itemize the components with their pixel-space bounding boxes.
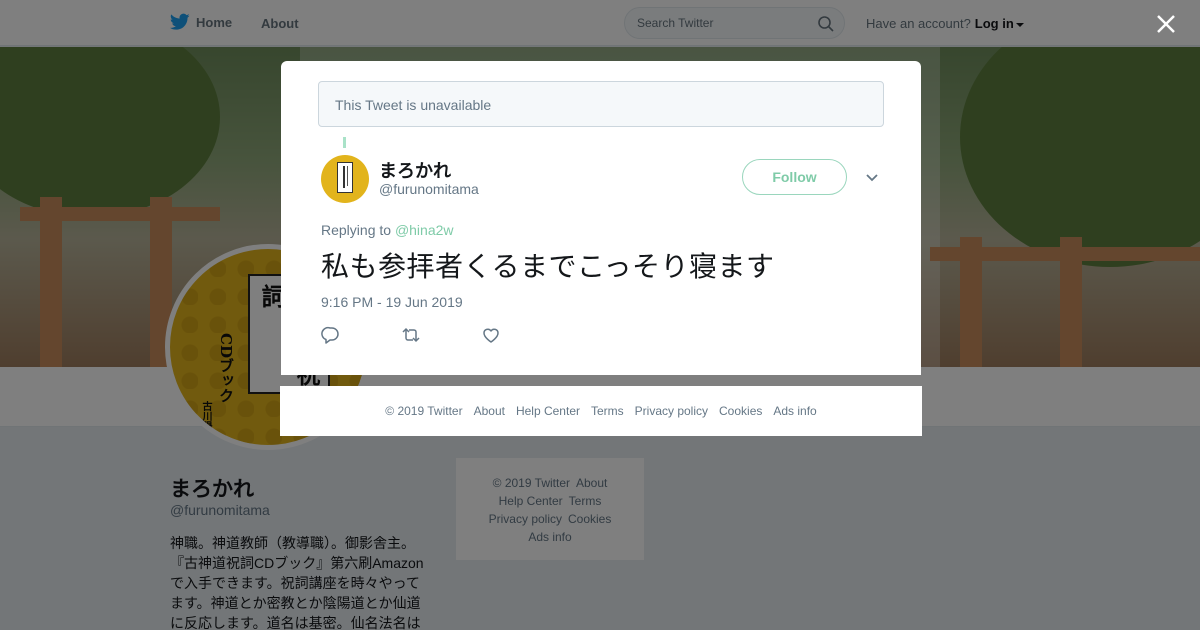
tweet-avatar[interactable] bbox=[321, 155, 369, 203]
follow-button[interactable]: Follow bbox=[742, 159, 847, 195]
replying-mention-link[interactable]: @hina2w bbox=[395, 222, 454, 238]
footer-copyright: © 2019 Twitter bbox=[385, 404, 463, 418]
avatar-book-mark bbox=[337, 162, 353, 193]
like-icon[interactable] bbox=[481, 325, 501, 345]
tweet-text: 私も参拝者くるまでこっそり寝ます bbox=[321, 251, 775, 282]
footer-about-link[interactable]: About bbox=[474, 404, 505, 418]
footer-cookies-link[interactable]: Cookies bbox=[719, 404, 762, 418]
retweet-icon[interactable] bbox=[401, 325, 421, 345]
close-icon[interactable] bbox=[1152, 10, 1180, 38]
modal-footer: © 2019 Twitter About Help Center Terms P… bbox=[280, 386, 922, 436]
tweet-unavailable-notice: This Tweet is unavailable bbox=[318, 81, 884, 127]
replying-to: Replying to @hina2w bbox=[321, 222, 454, 238]
tweet-actions bbox=[321, 325, 501, 345]
tweet-user-name[interactable]: まろかれ bbox=[379, 157, 451, 183]
footer-terms-link[interactable]: Terms bbox=[591, 404, 624, 418]
footer-privacy-link[interactable]: Privacy policy bbox=[635, 404, 708, 418]
chevron-down-icon[interactable] bbox=[865, 171, 879, 185]
footer-ads-link[interactable]: Ads info bbox=[773, 404, 816, 418]
tweet-user-handle[interactable]: @furunomitama bbox=[379, 181, 479, 197]
thread-connector bbox=[343, 137, 346, 148]
tweet-timestamp[interactable]: 9:16 PM - 19 Jun 2019 bbox=[321, 294, 463, 310]
tweet-modal: This Tweet is unavailable まろかれ @furunomi… bbox=[281, 61, 921, 375]
footer-help-link[interactable]: Help Center bbox=[516, 404, 580, 418]
replying-prefix: Replying to bbox=[321, 222, 392, 238]
reply-icon[interactable] bbox=[321, 325, 341, 345]
